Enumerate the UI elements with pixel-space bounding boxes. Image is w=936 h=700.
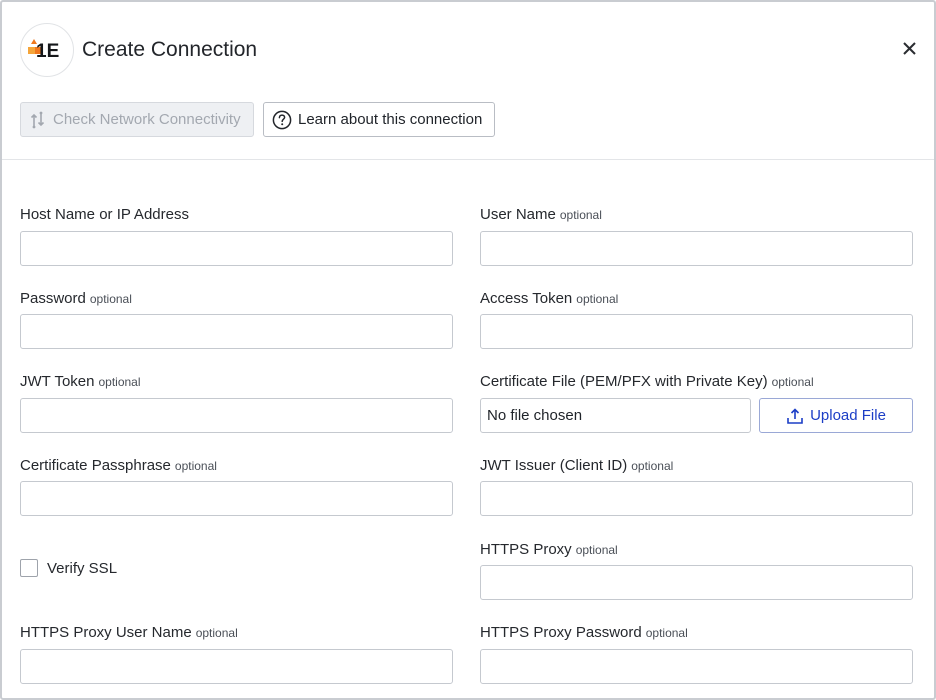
verify-ssl-checkbox[interactable] <box>20 559 38 577</box>
https-proxy-label: HTTPS Proxy optional <box>480 541 618 558</box>
dialog-header: 1E Create Connection Check Network Conne… <box>2 2 934 160</box>
proxy-username-input[interactable] <box>20 649 453 684</box>
upload-icon <box>787 407 803 424</box>
host-label-text: Host Name or IP Address <box>20 206 189 223</box>
proxy-username-label: HTTPS Proxy User Name optional <box>20 624 238 641</box>
proxy-username-label-text: HTTPS Proxy User Name <box>20 624 192 641</box>
create-connection-dialog: 1E Create Connection Check Network Conne… <box>0 0 936 700</box>
optional-tag: optional <box>98 375 141 389</box>
check-network-connectivity-button[interactable]: Check Network Connectivity <box>20 102 254 137</box>
password-label: Password optional <box>20 290 132 307</box>
optional-tag: optional <box>771 375 814 389</box>
jwt-token-label-text: JWT Token <box>20 373 95 390</box>
learn-about-connection-button[interactable]: Learn about this connection <box>263 102 495 137</box>
access-token-input[interactable] <box>480 314 913 349</box>
proxy-password-label: HTTPS Proxy Password optional <box>480 624 688 641</box>
proxy-password-label-text: HTTPS Proxy Password <box>480 624 642 641</box>
https-proxy-input[interactable] <box>480 565 913 600</box>
optional-tag: optional <box>559 208 602 222</box>
password-input[interactable] <box>20 314 453 349</box>
brand-logo-text: 1E <box>36 41 59 62</box>
jwt-token-input[interactable] <box>20 398 453 433</box>
close-icon[interactable] <box>900 39 920 59</box>
certificate-file-status[interactable]: No file chosen <box>480 398 751 433</box>
optional-tag: optional <box>645 626 688 640</box>
username-label: User Name optional <box>480 206 602 223</box>
optional-tag: optional <box>174 459 217 473</box>
certificate-file-label-text: Certificate File (PEM/PFX with Private K… <box>480 373 768 390</box>
jwt-issuer-label: JWT Issuer (Client ID) optional <box>480 457 673 474</box>
jwt-issuer-label-text: JWT Issuer (Client ID) <box>480 457 628 474</box>
check-network-connectivity-label: Check Network Connectivity <box>53 111 241 128</box>
optional-tag: optional <box>576 292 619 306</box>
help-circle-icon <box>272 110 292 129</box>
host-input[interactable] <box>20 231 453 266</box>
jwt-issuer-input[interactable] <box>480 481 913 516</box>
jwt-token-label: JWT Token optional <box>20 373 141 390</box>
optional-tag: optional <box>575 543 618 557</box>
optional-tag: optional <box>631 459 674 473</box>
certificate-file-status-text: No file chosen <box>487 407 583 424</box>
access-token-label: Access Token optional <box>480 290 618 307</box>
upload-file-label: Upload File <box>810 407 886 424</box>
optional-tag: optional <box>89 292 132 306</box>
learn-about-connection-label: Learn about this connection <box>298 111 483 128</box>
password-label-text: Password <box>20 290 86 307</box>
brand-logo: 1E <box>20 23 74 77</box>
username-input[interactable] <box>480 231 913 266</box>
https-proxy-label-text: HTTPS Proxy <box>480 541 572 558</box>
dialog-title: Create Connection <box>82 38 258 61</box>
username-label-text: User Name <box>480 206 556 223</box>
host-label: Host Name or IP Address <box>20 206 189 223</box>
cert-passphrase-label: Certificate Passphrase optional <box>20 457 217 474</box>
access-token-label-text: Access Token <box>480 290 573 307</box>
network-swap-icon <box>30 111 45 128</box>
optional-tag: optional <box>195 626 238 640</box>
verify-ssl-label[interactable]: Verify SSL <box>47 560 117 577</box>
brand-logo-icon: 1E <box>28 39 59 62</box>
certificate-file-label: Certificate File (PEM/PFX with Private K… <box>480 373 814 390</box>
cert-passphrase-label-text: Certificate Passphrase <box>20 457 171 474</box>
upload-file-button[interactable]: Upload File <box>759 398 913 433</box>
cert-passphrase-input[interactable] <box>20 481 453 516</box>
proxy-password-input[interactable] <box>480 649 913 684</box>
